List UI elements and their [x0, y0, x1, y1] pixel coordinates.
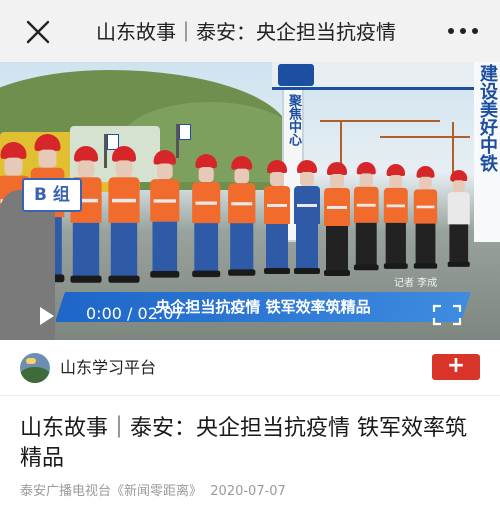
account-bar: 山东学习平台 +: [0, 340, 500, 396]
page-title: 山东故事｜泰安：央企担当抗疫情: [96, 20, 396, 44]
article-date: 2020-07-07: [210, 484, 286, 499]
reporter-credit: 记者 李成: [394, 278, 438, 289]
gate-banner: [272, 62, 500, 90]
follow-button[interactable]: +: [432, 354, 480, 380]
group-sign: B 组: [22, 178, 82, 212]
top-navigation-bar: 山东故事｜泰安：央企担当抗疫情: [0, 0, 500, 62]
article-source: 泰安广播电视台《新闻零距离》: [20, 484, 203, 499]
account-name[interactable]: 山东学习平台: [60, 356, 156, 380]
company-logo: [278, 64, 314, 86]
fullscreen-icon[interactable]: [432, 304, 462, 326]
time-separator: /: [127, 304, 133, 323]
article-headline: 山东故事｜泰安：央企担当抗疫情 铁军效率筑精品: [20, 416, 467, 471]
close-icon[interactable]: [24, 18, 52, 46]
play-icon[interactable]: [40, 307, 54, 325]
gate-left-text: 聚焦中心: [286, 94, 301, 146]
video-player[interactable]: 聚焦中心 建设美好中铁 B 组 记者 李成 央企担当抗疫情 铁军效率筑精品: [0, 62, 500, 340]
article-meta: 泰安广播电视台《新闻零距离》 2020-07-07: [20, 482, 286, 502]
avatar[interactable]: [20, 353, 50, 383]
time-current: 0:00: [86, 304, 122, 323]
gate-right-text: 建设美好中铁: [477, 64, 498, 172]
video-time: 0:00 / 02:07: [86, 302, 184, 326]
time-total: 02:07: [137, 304, 184, 323]
more-dots-icon[interactable]: [448, 24, 478, 38]
